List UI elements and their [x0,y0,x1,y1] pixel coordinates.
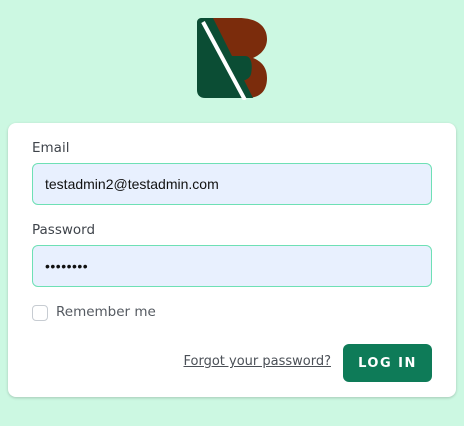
remember-me-checkbox[interactable] [32,305,48,321]
remember-me-label: Remember me [56,304,156,320]
login-button[interactable]: LOG IN [343,344,432,382]
forgot-password-link[interactable]: Forgot your password? [183,354,331,369]
password-label: Password [32,222,96,238]
password-field[interactable] [32,245,432,287]
email-field[interactable] [32,163,432,205]
b-logo-icon [197,18,267,100]
login-card: Email Password Remember me Forgot your p… [8,123,456,397]
email-label: Email [32,140,70,156]
